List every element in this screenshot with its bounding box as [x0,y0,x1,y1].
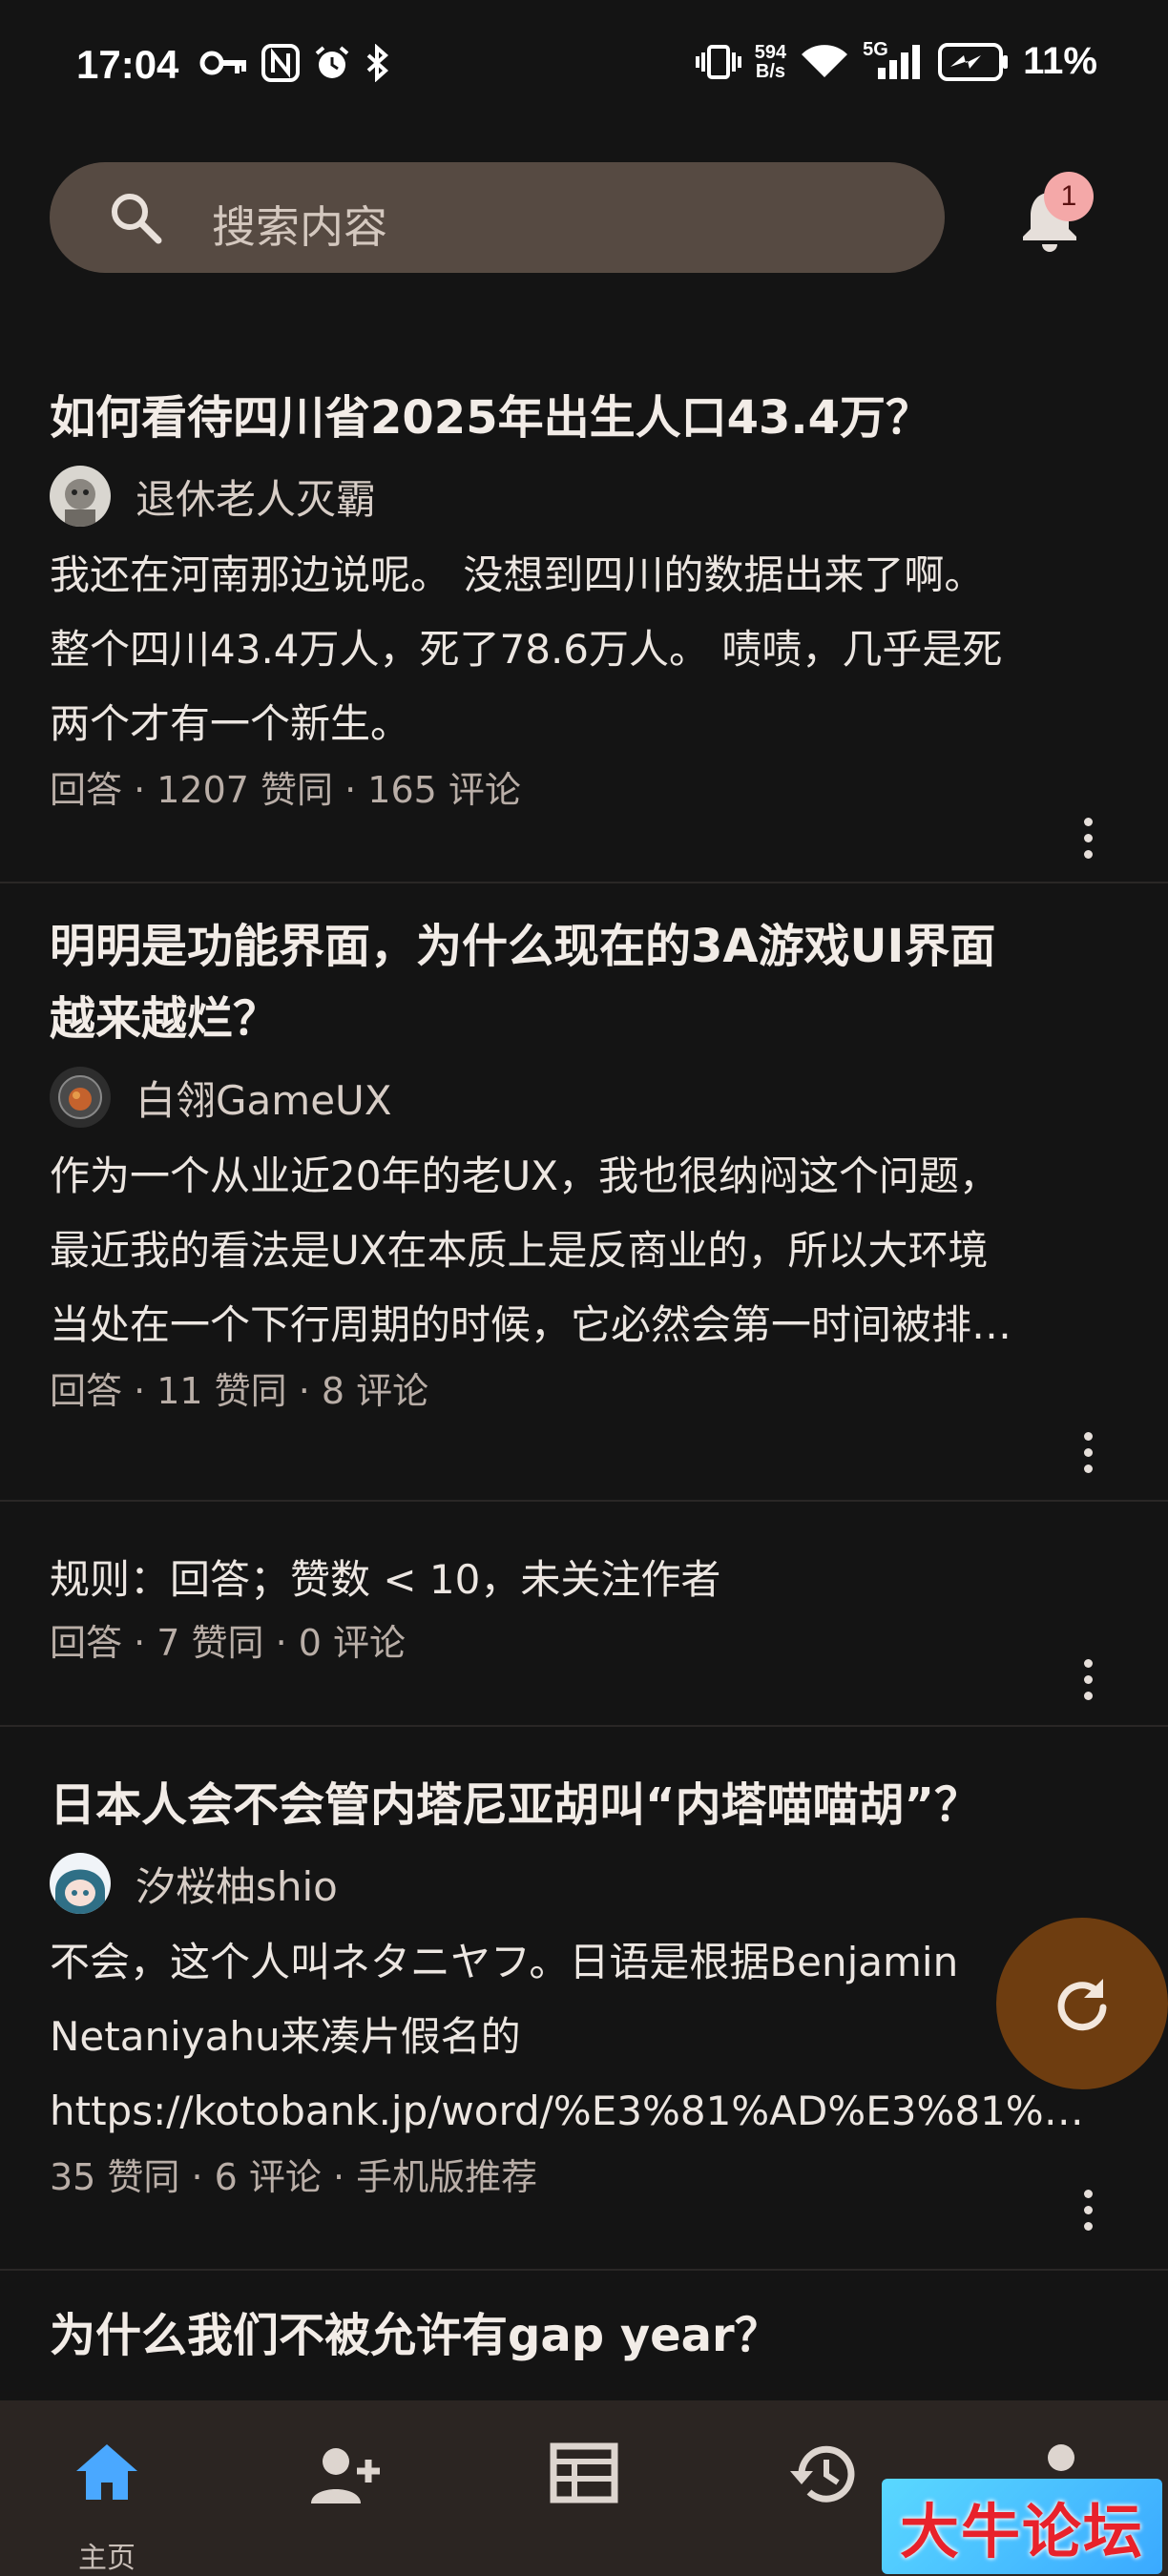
battery-icon [938,42,1009,81]
battery-level: 11% [1023,40,1097,82]
question-title[interactable]: 明明是功能界面，为什么现在的3A游戏UI界面 越来越烂？ [50,910,1118,1055]
answer-meta: 回答 · 1207 赞同 · 165 评论 [50,769,521,811]
more-dot [1083,1431,1093,1441]
home-icon [76,2444,137,2500]
feed-item[interactable]: 日本人会不会管内塔尼亚胡叫“内塔喵喵胡”？ 汐桜柚shio 不会，这个人叫ネタニ… [0,1727,1168,2271]
avatar[interactable] [50,1067,111,1128]
more-dot [1083,2221,1093,2231]
status-right-icons: 594 B/s 5G 11% [695,39,1097,83]
author-name[interactable]: 退休老人灭霸 [136,467,376,526]
avatar-image [50,1067,111,1128]
signal-icon [878,44,921,79]
excerpt-line: 两个才有一个新生。 [50,700,411,747]
author-row[interactable]: 汐桜柚shio [50,1845,1118,1922]
excerpt-line: 整个四川43.4万人，死了78.6万人。 啧啧，几乎是死 [50,626,1003,673]
net-speed-unit: B/s [755,60,786,82]
answer-excerpt[interactable]: 不会，这个人叫ネタニヤフ。日语是根据Benjamin Netaniyahu来凑片… [50,1925,1118,2149]
watermark-logo: 大牛论坛 [882,2479,1162,2574]
excerpt-line: 最近我的看法是UX在本质上是反商业的，所以大环境 [50,1227,989,1274]
answer-meta: 回答 · 11 赞同 · 8 评论 [50,1370,429,1412]
excerpt-line: 我还在河南那边说呢。 没想到四川的数据出来了啊。 [50,551,985,598]
more-dot [1083,1674,1093,1684]
answer-meta: 回答 · 7 赞同 · 0 评论 [50,1622,406,1664]
answer-meta: 35 赞同 · 6 评论 · 手机版推荐 [50,2156,538,2198]
avatar-image [50,466,111,527]
table-icon [550,2442,618,2503]
feed-list: 如何看待四川省2025年出生人口43.4万？ 退休老人灭霸 我还在河南那边说呢。… [0,353,1168,2462]
title-line: 明明是功能界面，为什么现在的3A游戏UI界面 [50,920,996,973]
avatar[interactable] [50,466,111,527]
filter-rule: 规则：回答；赞数 < 10，未关注作者 [50,1556,721,1603]
refresh-icon [1057,1979,1107,2031]
title-line: 越来越烂？ [50,992,280,1046]
more-dot [1083,1691,1093,1700]
avatar[interactable] [50,1853,111,1914]
search-placeholder: 搜索内容 [212,201,387,253]
status-bar: 17:04 594 B/s 5G 11% [0,0,1168,134]
excerpt-line: 当处在一个下行周期的时候，它必然会第一时间被排… [50,1301,1012,1348]
nav-following[interactable] [250,2400,441,2576]
status-left-icons [198,44,391,82]
feed-item[interactable]: 明明是功能界面，为什么现在的3A游戏UI界面 越来越烂？ 白翎GameUX 作为… [0,883,1168,1502]
wifi-icon [802,44,848,77]
nav-home-label: 主页 [78,2542,136,2575]
answer-excerpt[interactable]: 我还在河南那边说呢。 没想到四川的数据出来了啊。 整个四川43.4万人，死了78… [50,538,1118,761]
more-dot [1083,1464,1093,1473]
more-dot [1083,817,1093,826]
nfc-icon [261,44,300,82]
more-dot [1083,1658,1093,1668]
author-name[interactable]: 汐桜柚shio [136,1855,338,1913]
question-title[interactable]: 日本人会不会管内塔尼亚胡叫“内塔喵喵胡”？ [50,1769,1118,1841]
bluetooth-icon [366,44,389,82]
excerpt-line: 作为一个从业近20年的老UX，我也很纳闷这个问题， [50,1153,999,1199]
nav-columns[interactable] [489,2400,679,2576]
notification-badge: 1 [1044,172,1094,221]
more-options-button[interactable] [1080,1423,1095,1481]
question-title[interactable]: 如何看待四川省2025年出生人口43.4万？ [50,382,1118,454]
more-options-button[interactable] [1080,1651,1095,1708]
excerpt-line: https://kotobank.jp/word/%E3%81%AD%E3%81… [50,2088,1099,2134]
history-icon [790,2445,855,2503]
net-speed-value: 594 [754,41,787,63]
net-speed: 594 B/s [755,43,786,81]
key-icon [199,51,246,75]
excerpt-line: Netaniyahu来凑片假名的 [50,2013,521,2060]
alarm-icon [315,46,349,78]
watermark-text: 大牛论坛 [899,2497,1144,2566]
more-options-button[interactable] [1080,809,1095,866]
cellular-signal: 5G [863,39,924,81]
question-title[interactable]: 为什么我们不被允许有gap year？ [50,2299,1118,2372]
feed-item[interactable]: 如何看待四川省2025年出生人口43.4万？ 退休老人灭霸 我还在河南那边说呢。… [0,353,1168,883]
more-dot [1083,849,1093,859]
nav-home[interactable]: 主页 [11,2400,202,2576]
more-dot [1083,2189,1093,2198]
author-row[interactable]: 白翎GameUX [50,1059,1118,1135]
filtered-item[interactable]: 规则：回答；赞数 < 10，未关注作者 回答 · 7 赞同 · 0 评论 [0,1502,1168,1727]
excerpt-line: 不会，这个人叫ネタニヤフ。日语是根据Benjamin [50,1939,959,1985]
more-dot [1083,833,1093,842]
more-dot [1083,2205,1093,2214]
avatar-image [50,1853,111,1914]
vibrate-icon [695,44,741,79]
search-bar[interactable]: 搜索内容 [50,162,945,273]
more-options-button[interactable] [1080,2181,1095,2238]
add-person-icon [311,2448,380,2503]
author-row[interactable]: 退休老人灭霸 [50,458,1118,534]
answer-excerpt[interactable]: 作为一个从业近20年的老UX，我也很纳闷这个问题， 最近我的看法是UX在本质上是… [50,1139,1118,1362]
search-icon [112,194,162,244]
refresh-button[interactable] [996,1918,1168,2089]
status-time: 17:04 [76,42,179,87]
author-name[interactable]: 白翎GameUX [136,1069,392,1127]
more-dot [1083,1447,1093,1457]
